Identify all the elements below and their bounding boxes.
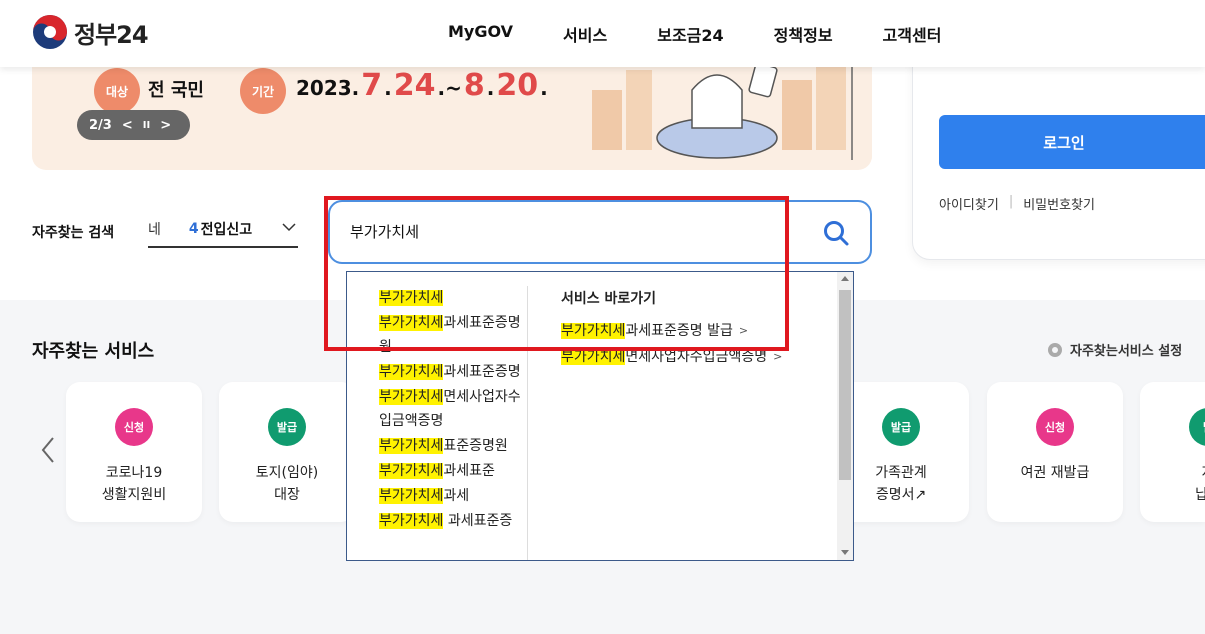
suggestion-item[interactable]: 부가가치세과세표준증명 — [379, 360, 527, 384]
faq-search-label: 자주찾는 검색 — [32, 225, 115, 241]
shortcut-title: 서비스 바로가기 — [561, 291, 657, 307]
dropdown-scrollbar[interactable] — [837, 272, 853, 560]
autocomplete-dropdown: 부가가치세 부가가치세과세표준증명원 부가가치세과세표준증명 부가가치세면세사업… — [346, 271, 854, 561]
suggestion-item[interactable]: 부가가치세 — [379, 286, 527, 310]
main-top-area: 대상 전 국민 기간 2023. 7. 24 .~ 8. 20 . 2/3 < … — [0, 30, 1205, 300]
chevron-down-icon[interactable] — [282, 222, 296, 232]
main-nav: MyGOV 서비스 보조금24 정책정보 고객센터 — [448, 22, 941, 46]
taegeuk-logo-icon — [33, 15, 67, 49]
keyword-text[interactable]: 전입신고 — [201, 219, 253, 239]
popular-keyword-dropdown[interactable]: 네 4 전입신고 — [148, 212, 298, 248]
logo-text: 정부24 — [74, 20, 149, 49]
card-label: 코로나19 생활지원비 — [101, 465, 167, 503]
service-card[interactable]: 신청 여권 재발급 — [987, 382, 1123, 522]
logo[interactable]: 정부24 — [32, 14, 149, 50]
period-date: 2023. 7. 24 .~ 8. 20 . — [296, 68, 548, 103]
nav-subsidy24[interactable]: 보조금24 — [657, 22, 723, 46]
shortcut-link[interactable]: 부가가치세면세사업자수입금액증명 > — [561, 344, 782, 370]
target-pill: 대상 — [94, 68, 140, 114]
site-header: 정부24 MyGOV 서비스 보조금24 정책정보 고객센터 — [0, 0, 1205, 67]
card-label: 토지(임야) 대장 — [255, 465, 319, 503]
keyword-rank: 4 — [188, 221, 199, 237]
suggestion-list: 부가가치세 부가가치세과세표준증명원 부가가치세과세표준증명 부가가치세면세사업… — [379, 286, 527, 534]
search-box — [328, 200, 872, 264]
carousel-pause-button[interactable]: II — [143, 120, 150, 131]
carousel-control: 2/3 < II > — [77, 110, 190, 140]
suggestion-item[interactable]: 부가가치세 과세표준증 — [379, 509, 527, 533]
shortcut-link[interactable]: 부가가치세과세표준증명 발급 > — [561, 318, 782, 344]
issue-badge: 발 — [1189, 408, 1205, 446]
carousel-prev-button[interactable]: < — [122, 118, 133, 133]
nav-customer-center[interactable]: 고객센터 — [883, 22, 942, 46]
card-label: 여권 재발급 — [1020, 465, 1090, 481]
issue-badge: 발급 — [268, 408, 306, 446]
carousel-prev-icon[interactable] — [38, 434, 58, 466]
scroll-down-icon[interactable] — [841, 550, 849, 555]
service-card[interactable]: 발 지 납세 — [1140, 382, 1205, 522]
keyword-fragment: 네 — [148, 222, 161, 238]
dropdown-divider — [527, 286, 528, 560]
search-input[interactable] — [350, 222, 790, 240]
apply-badge: 신청 — [115, 408, 153, 446]
search-icon[interactable] — [822, 219, 850, 247]
service-shortcuts: 서비스 바로가기 부가가치세과세표준증명 발급 > 부가가치세면세사업자수입금액증… — [561, 288, 782, 370]
login-button[interactable]: 로그인 — [939, 115, 1205, 169]
carousel-page: 2/3 — [89, 117, 112, 133]
chevron-right-icon: > — [738, 324, 749, 337]
suggestion-item[interactable]: 부가가치세과세 — [379, 484, 527, 508]
services-settings-button[interactable]: 자주찾는서비스 설정 — [1046, 340, 1182, 359]
find-id-link[interactable]: 아이디찾기 — [939, 194, 999, 213]
suggestion-item[interactable]: 부가가치세면세사업자수입금액증명 — [379, 385, 527, 433]
target-value: 전 국민 — [148, 80, 204, 101]
service-card[interactable]: 발급 토지(임야) 대장 — [219, 382, 355, 522]
suggestion-item[interactable]: 부가가치세과세표준증명원 — [379, 311, 527, 359]
suggestion-item[interactable]: 부가가치세표준증명원 — [379, 434, 527, 458]
gear-icon — [1048, 342, 1062, 357]
chevron-right-icon: > — [773, 350, 783, 363]
nav-mygov[interactable]: MyGOV — [448, 22, 513, 46]
find-password-link[interactable]: 비밀번호찾기 — [1023, 194, 1095, 213]
nav-policy-info[interactable]: 정책정보 — [774, 22, 833, 46]
scroll-thumb[interactable] — [839, 290, 851, 480]
card-label: 지 납세 — [1195, 465, 1205, 503]
scroll-up-icon[interactable] — [841, 276, 849, 281]
issue-badge: 발급 — [882, 408, 920, 446]
suggestion-item[interactable]: 부가가치세과세표준 — [379, 459, 527, 483]
login-links: 아이디찾기 | 비밀번호찾기 — [939, 194, 1095, 213]
services-title: 자주찾는 서비스 — [32, 341, 155, 362]
apply-badge: 신청 — [1036, 408, 1074, 446]
service-card[interactable]: 신청 코로나19 생활지원비 — [66, 382, 202, 522]
carousel-next-button[interactable]: > — [160, 118, 171, 133]
period-pill: 기간 — [240, 68, 286, 114]
nav-services[interactable]: 서비스 — [563, 22, 607, 46]
